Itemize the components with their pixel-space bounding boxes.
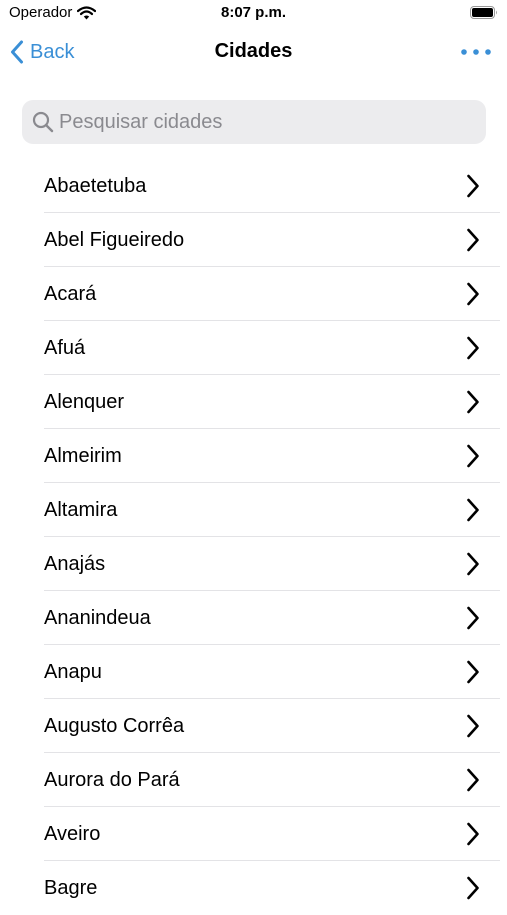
chevron-right-icon xyxy=(467,606,479,630)
chevron-right-icon xyxy=(467,444,479,468)
chevron-right-icon xyxy=(467,768,479,792)
more-icon xyxy=(461,49,491,55)
list-item-label: Altamira xyxy=(44,499,118,521)
search-input[interactable] xyxy=(59,110,459,134)
search-icon xyxy=(32,111,54,133)
back-button[interactable]: Back xyxy=(10,37,74,67)
search-bar[interactable] xyxy=(22,100,486,144)
chevron-right-icon xyxy=(467,390,479,414)
list-item[interactable]: Ananindeua xyxy=(44,591,500,645)
more-options-button[interactable] xyxy=(459,40,493,64)
chevron-right-icon xyxy=(467,282,479,306)
list-item[interactable]: Augusto Corrêa xyxy=(44,699,500,753)
chevron-right-icon xyxy=(467,498,479,522)
list-item-label: Augusto Corrêa xyxy=(44,715,185,737)
list-item-label: Anajás xyxy=(44,553,106,575)
list-item[interactable]: Anajás xyxy=(44,537,500,591)
list-item[interactable]: Acará xyxy=(44,267,500,321)
list-item-label: Alenquer xyxy=(44,391,125,413)
list-item[interactable]: Almeirim xyxy=(44,429,500,483)
list-item-label: Afuá xyxy=(44,337,86,359)
list-item[interactable]: Alenquer xyxy=(44,375,500,429)
list-item-label: Abaetetuba xyxy=(44,175,147,197)
list-item-label: Aveiro xyxy=(44,823,101,845)
page-title: Cidades xyxy=(214,40,293,62)
chevron-left-icon xyxy=(11,40,23,64)
chevron-right-icon xyxy=(467,714,479,738)
list-item[interactable]: Afuá xyxy=(44,321,500,375)
list-item[interactable]: Anapu xyxy=(44,645,500,699)
list-item-label: Aurora do Pará xyxy=(44,769,180,791)
list-item[interactable]: Aveiro xyxy=(44,807,500,861)
chevron-right-icon xyxy=(467,174,479,198)
list-item[interactable]: Abel Figueiredo xyxy=(44,213,500,267)
list-item-label: Almeirim xyxy=(44,445,122,467)
list-item-label: Abel Figueiredo xyxy=(44,229,185,251)
city-list: Abaetetuba Abel Figueiredo Acará Afuá Al… xyxy=(44,159,500,915)
list-item-label: Acará xyxy=(44,283,97,305)
list-item[interactable]: Aurora do Pará xyxy=(44,753,500,807)
chevron-right-icon xyxy=(467,336,479,360)
list-item-label: Ananindeua xyxy=(44,607,151,629)
battery-icon xyxy=(470,6,497,19)
chevron-right-icon xyxy=(467,228,479,252)
chevron-right-icon xyxy=(467,876,479,900)
chevron-right-icon xyxy=(467,822,479,846)
navigation-bar: Back Cidades xyxy=(0,28,507,76)
chevron-right-icon xyxy=(467,660,479,684)
list-item[interactable]: Bagre xyxy=(44,861,500,915)
list-item-label: Bagre xyxy=(44,877,98,899)
status-bar: Operador 8:07 p.m. xyxy=(0,0,507,28)
back-label: Back xyxy=(30,40,75,63)
list-item-label: Anapu xyxy=(44,661,102,683)
list-item[interactable]: Abaetetuba xyxy=(44,159,500,213)
chevron-right-icon xyxy=(467,552,479,576)
list-item[interactable]: Altamira xyxy=(44,483,500,537)
status-time: 8:07 p.m. xyxy=(220,4,287,21)
